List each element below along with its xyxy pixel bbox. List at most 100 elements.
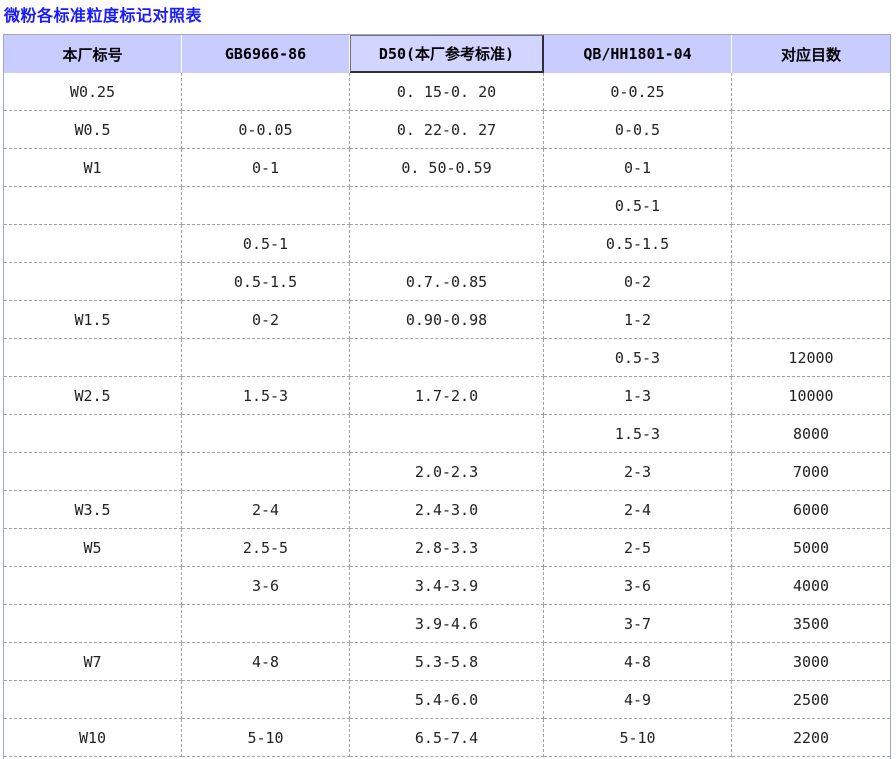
cell-d50[interactable] (350, 415, 544, 453)
cell-d50[interactable]: 5.4-6.0 (350, 681, 544, 719)
cell-d50[interactable]: 0.7.-0.85 (350, 263, 544, 301)
cell-gb6966[interactable] (182, 339, 350, 377)
cell-gb6966[interactable]: 5-10 (182, 719, 350, 757)
cell-mesh[interactable]: 4000 (732, 567, 890, 605)
cell-factory-grade[interactable] (4, 225, 182, 263)
cell-qb-hh1801[interactable]: 0-0.5 (544, 111, 732, 149)
cell-d50[interactable] (350, 187, 544, 225)
cell-factory-grade[interactable]: W2.5 (4, 377, 182, 415)
cell-factory-grade[interactable] (4, 681, 182, 719)
cell-factory-grade[interactable]: W0.25 (4, 73, 182, 111)
cell-d50[interactable]: 3.4-3.9 (350, 567, 544, 605)
cell-d50[interactable]: 0. 50-0.59 (350, 149, 544, 187)
cell-d50[interactable]: 6.5-7.4 (350, 719, 544, 757)
cell-d50[interactable]: 3.9-4.6 (350, 605, 544, 643)
cell-factory-grade[interactable] (4, 567, 182, 605)
cell-factory-grade[interactable] (4, 339, 182, 377)
cell-mesh[interactable] (732, 149, 890, 187)
cell-mesh[interactable]: 2200 (732, 719, 890, 757)
cell-factory-grade[interactable]: W3.5 (4, 491, 182, 529)
cell-qb-hh1801[interactable]: 0-2 (544, 263, 732, 301)
cell-qb-hh1801[interactable]: 0.5-1.5 (544, 225, 732, 263)
cell-gb6966[interactable] (182, 73, 350, 111)
cell-d50[interactable]: 2.8-3.3 (350, 529, 544, 567)
cell-gb6966[interactable]: 0.5-1 (182, 225, 350, 263)
cell-d50[interactable]: 0.90-0.98 (350, 301, 544, 339)
cell-qb-hh1801[interactable]: 3-6 (544, 567, 732, 605)
cell-qb-hh1801[interactable]: 1.5-3 (544, 415, 732, 453)
cell-qb-hh1801[interactable]: 2-5 (544, 529, 732, 567)
cell-factory-grade[interactable] (4, 187, 182, 225)
cell-mesh[interactable]: 6000 (732, 491, 890, 529)
cell-d50[interactable]: 0. 22-0. 27 (350, 111, 544, 149)
cell-qb-hh1801[interactable]: 0.5-1 (544, 187, 732, 225)
cell-gb6966[interactable]: 0.5-1.5 (182, 263, 350, 301)
cell-qb-hh1801[interactable]: 5-10 (544, 719, 732, 757)
cell-mesh[interactable]: 3500 (732, 605, 890, 643)
cell-gb6966[interactable]: 1.5-3 (182, 377, 350, 415)
table-row: W3.5 2-4 2.4-3.0 2-4 6000 (4, 491, 890, 529)
cell-factory-grade[interactable]: W1.5 (4, 301, 182, 339)
cell-d50[interactable]: 2.0-2.3 (350, 453, 544, 491)
cell-mesh[interactable] (732, 263, 890, 301)
cell-factory-grade[interactable]: W1 (4, 149, 182, 187)
cell-gb6966[interactable]: 0-1 (182, 149, 350, 187)
cell-factory-grade[interactable] (4, 453, 182, 491)
cell-qb-hh1801[interactable]: 4-9 (544, 681, 732, 719)
cell-qb-hh1801[interactable]: 2-3 (544, 453, 732, 491)
cell-mesh[interactable]: 10000 (732, 377, 890, 415)
cell-mesh[interactable] (732, 73, 890, 111)
cell-mesh[interactable]: 8000 (732, 415, 890, 453)
cell-factory-grade[interactable] (4, 263, 182, 301)
cell-mesh[interactable] (732, 111, 890, 149)
cell-mesh[interactable]: 12000 (732, 339, 890, 377)
table-row: 3.9-4.6 3-7 3500 (4, 605, 890, 643)
cell-d50[interactable]: 2.4-3.0 (350, 491, 544, 529)
cell-qb-hh1801[interactable]: 1-2 (544, 301, 732, 339)
cell-gb6966[interactable]: 2-4 (182, 491, 350, 529)
cell-factory-grade[interactable]: W0.5 (4, 111, 182, 149)
column-header-factory-grade[interactable]: 本厂标号 (4, 35, 182, 73)
table-row: W1 0-1 0. 50-0.59 0-1 (4, 149, 890, 187)
cell-d50[interactable]: 0. 15-0. 20 (350, 73, 544, 111)
cell-mesh[interactable]: 2500 (732, 681, 890, 719)
cell-factory-grade[interactable] (4, 415, 182, 453)
cell-gb6966[interactable] (182, 605, 350, 643)
cell-gb6966[interactable]: 2.5-5 (182, 529, 350, 567)
cell-qb-hh1801[interactable]: 0-0.25 (544, 73, 732, 111)
cell-qb-hh1801[interactable]: 0.5-3 (544, 339, 732, 377)
cell-gb6966[interactable] (182, 187, 350, 225)
cell-mesh[interactable] (732, 301, 890, 339)
cell-mesh[interactable]: 5000 (732, 529, 890, 567)
cell-d50[interactable]: 5.3-5.8 (350, 643, 544, 681)
cell-qb-hh1801[interactable]: 0-1 (544, 149, 732, 187)
cell-d50[interactable] (350, 339, 544, 377)
table-row: W1.5 0-2 0.90-0.98 1-2 (4, 301, 890, 339)
cell-qb-hh1801[interactable]: 3-7 (544, 605, 732, 643)
cell-mesh[interactable]: 3000 (732, 643, 890, 681)
cell-qb-hh1801[interactable]: 1-3 (544, 377, 732, 415)
cell-gb6966[interactable] (182, 415, 350, 453)
cell-mesh[interactable] (732, 187, 890, 225)
cell-gb6966[interactable] (182, 453, 350, 491)
cell-gb6966[interactable]: 4-8 (182, 643, 350, 681)
cell-qb-hh1801[interactable]: 4-8 (544, 643, 732, 681)
cell-d50[interactable] (350, 225, 544, 263)
column-header-gb6966[interactable]: GB6966-86 (182, 35, 350, 73)
cell-gb6966[interactable]: 0-2 (182, 301, 350, 339)
column-header-qb-hh1801[interactable]: QB/HH1801-04 (544, 35, 732, 73)
cell-gb6966[interactable] (182, 681, 350, 719)
column-header-mesh-number[interactable]: 对应目数 (732, 35, 890, 73)
table-row: W0.5 0-0.05 0. 22-0. 27 0-0.5 (4, 111, 890, 149)
cell-mesh[interactable] (732, 225, 890, 263)
cell-factory-grade[interactable]: W5 (4, 529, 182, 567)
cell-mesh[interactable]: 7000 (732, 453, 890, 491)
cell-qb-hh1801[interactable]: 2-4 (544, 491, 732, 529)
cell-gb6966[interactable]: 0-0.05 (182, 111, 350, 149)
cell-factory-grade[interactable] (4, 605, 182, 643)
cell-d50[interactable]: 1.7-2.0 (350, 377, 544, 415)
cell-factory-grade[interactable]: W10 (4, 719, 182, 757)
cell-factory-grade[interactable]: W7 (4, 643, 182, 681)
cell-gb6966[interactable]: 3-6 (182, 567, 350, 605)
column-header-d50-standard[interactable]: D50(本厂参考标准) (350, 35, 544, 73)
